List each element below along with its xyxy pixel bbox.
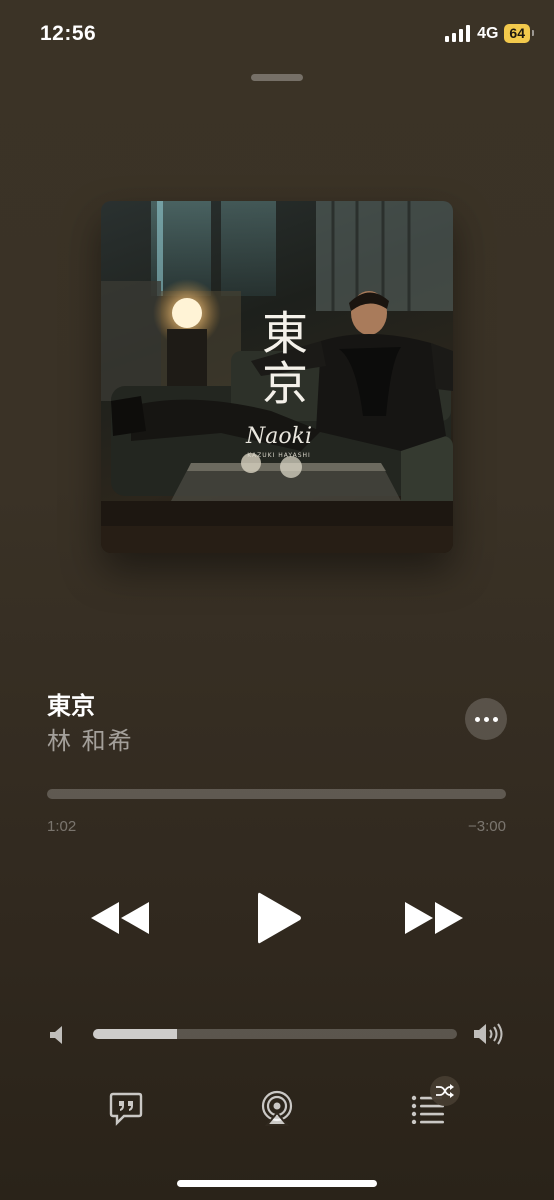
- sheet-grabber[interactable]: [251, 74, 303, 81]
- shuffle-button[interactable]: [430, 1076, 460, 1106]
- volume-slider[interactable]: [93, 1029, 457, 1039]
- rewind-button[interactable]: [88, 893, 152, 943]
- lyrics-icon[interactable]: [108, 1090, 144, 1126]
- status-bar: 12:56 4G 64: [0, 0, 554, 70]
- rewind-icon: [91, 902, 149, 934]
- time-elapsed: 1:02: [47, 818, 77, 835]
- ellipsis-icon: [474, 716, 480, 722]
- time-remaining: −3:00: [468, 818, 506, 835]
- artwork-logo-caption: KAZUKI HAYASHI: [247, 452, 311, 459]
- album-artwork: Naoki KAZUKI HAYASHI 東京: [101, 201, 453, 553]
- volume-level-fill: [93, 1029, 177, 1039]
- playback-scrubber[interactable]: [47, 789, 506, 799]
- play-button[interactable]: [247, 885, 311, 951]
- more-options-button[interactable]: [465, 698, 507, 740]
- shuffle-icon: [436, 1084, 454, 1098]
- speaker-low-icon: [50, 1026, 62, 1044]
- status-time: 12:56: [40, 22, 97, 45]
- network-type: 4G: [477, 24, 499, 42]
- speaker-high-icon: [474, 1023, 503, 1045]
- track-title: 東京: [47, 693, 95, 720]
- fast-forward-icon: [405, 902, 463, 934]
- airplay-icon[interactable]: [259, 1090, 295, 1126]
- play-icon: [258, 892, 301, 944]
- home-indicator[interactable]: [177, 1180, 377, 1187]
- track-artist[interactable]: 林 和希: [47, 721, 134, 756]
- forward-button[interactable]: [402, 893, 466, 943]
- artwork-logo-script: Naoki: [245, 424, 312, 449]
- status-indicators: 4G 64: [445, 24, 534, 43]
- cellular-signal-icon: [445, 25, 471, 42]
- artwork-title-text: 東京: [255, 309, 309, 409]
- battery-indicator: 64: [504, 24, 534, 43]
